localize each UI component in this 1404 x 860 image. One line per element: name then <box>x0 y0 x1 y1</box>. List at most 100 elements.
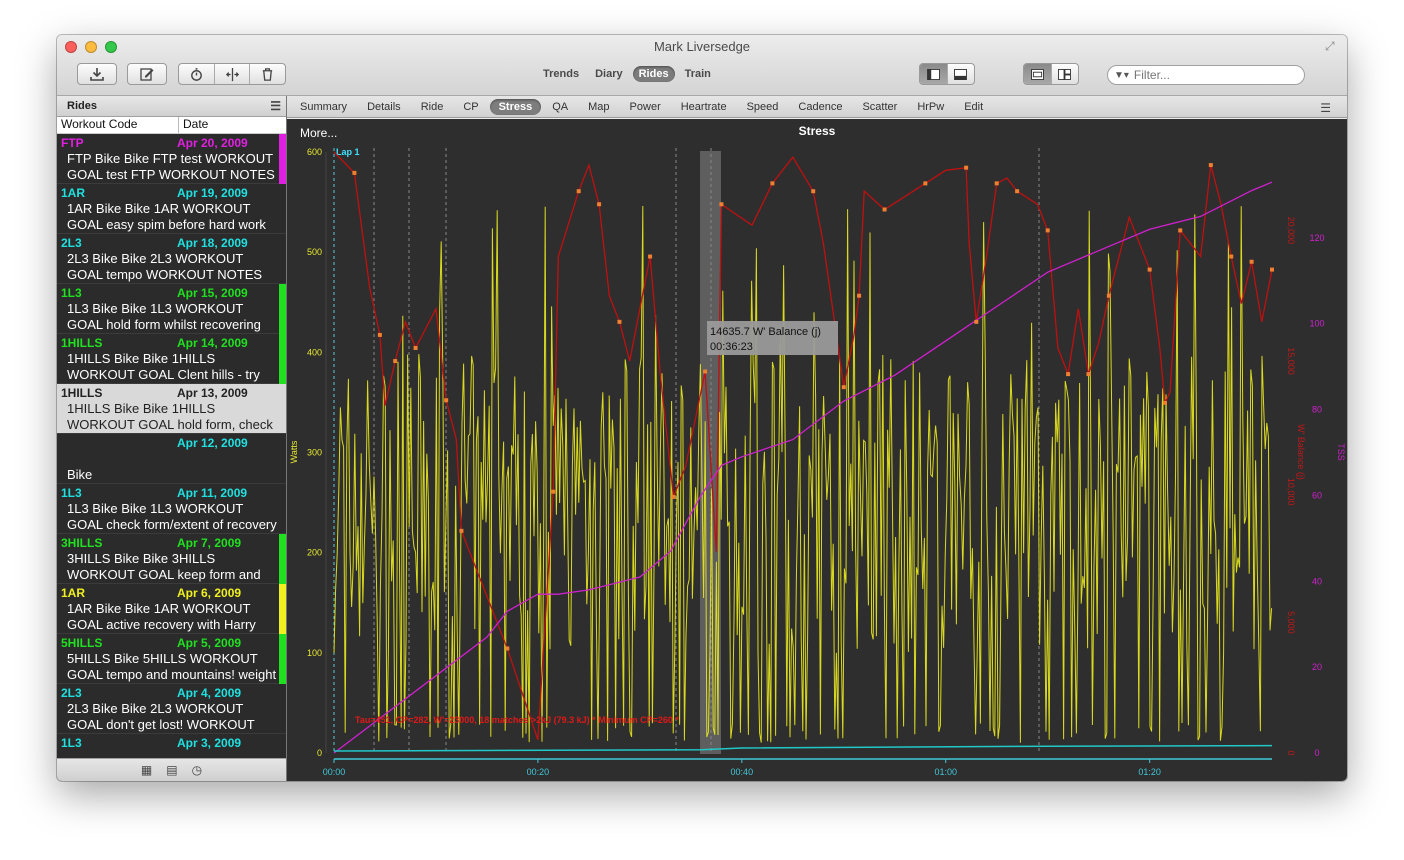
wbal-marker <box>1162 400 1167 405</box>
ride-date: Apr 3, 2009 <box>177 736 242 750</box>
view-trends[interactable]: Trends <box>537 66 585 82</box>
wbal-marker <box>974 319 979 324</box>
ride-date: Apr 18, 2009 <box>177 236 248 250</box>
tab-edit[interactable]: Edit <box>955 99 992 115</box>
wbal-marker <box>811 189 816 194</box>
ride-date: Apr 19, 2009 <box>177 186 248 200</box>
toggle-bottom-panel-button[interactable] <box>948 64 975 84</box>
download-button[interactable] <box>77 63 117 85</box>
calendar-icon[interactable]: ▦ <box>141 763 152 777</box>
wbal-marker <box>841 385 846 390</box>
wbal-marker <box>505 646 510 651</box>
tab-cp[interactable]: CP <box>454 99 487 115</box>
wbal-marker <box>964 165 969 170</box>
folder-icon[interactable]: ▤ <box>166 763 177 777</box>
delete-ride-button[interactable] <box>250 64 285 84</box>
ride-notes-line: 1HILLS Bike Bike 1HILLS <box>67 351 216 366</box>
tab-speed[interactable]: Speed <box>738 99 788 115</box>
tabs-menu-icon[interactable]: ☰ <box>1311 99 1340 117</box>
ride-list-item[interactable]: 1L3 Apr 3, 2009 <box>57 734 286 758</box>
ride-notes-line: WORKOUT GOAL Clent hills - try <box>67 367 260 382</box>
ride-list-item[interactable]: FTP Apr 20, 2009 FTP Bike Bike FTP test WO… <box>57 134 286 184</box>
ride-list-item[interactable]: 1HILLS Apr 13, 2009 1HILLS Bike Bike 1HILL… <box>57 384 286 434</box>
ride-notes-line: GOAL don't get lost! WORKOUT <box>67 717 255 732</box>
tss-axis-label: TSS <box>1336 443 1346 461</box>
wbal-marker <box>1066 372 1071 377</box>
tab-stress[interactable]: Stress <box>489 98 542 115</box>
tab-layout-button[interactable] <box>1024 64 1052 84</box>
wbal-tick-label: 20,000 <box>1286 217 1296 245</box>
ride-notes-line: 2L3 Bike Bike 2L3 WORKOUT <box>67 251 244 266</box>
filter-field[interactable]: ▼▾ <box>1107 65 1305 85</box>
ride-workout-code: 2L3 <box>61 686 82 700</box>
more-menu[interactable]: More... <box>300 126 337 140</box>
ride-list-item[interactable]: 1AR Apr 6, 2009 1AR Bike Bike 1AR WORKOUT G… <box>57 584 286 634</box>
chart-canvas[interactable]: StressLap 10100200300400500600Watts05,00… <box>287 119 1347 781</box>
tab-hrpw[interactable]: HrPw <box>908 99 953 115</box>
ride-list-item[interactable]: 2L3 Apr 4, 2009 2L3 Bike Bike 2L3 WORKOUT G… <box>57 684 286 734</box>
ride-date: Apr 7, 2009 <box>177 536 242 550</box>
toggle-sidebar-button[interactable] <box>920 64 948 84</box>
split-ride-button[interactable] <box>215 64 251 84</box>
wbal-marker <box>1015 189 1020 194</box>
ride-date: Apr 11, 2009 <box>177 486 248 500</box>
fullscreen-icon[interactable]: ⤢ <box>1325 39 1339 53</box>
wbal-marker <box>551 489 556 494</box>
ride-list-item[interactable]: 1AR Apr 19, 2009 1AR Bike Bike 1AR WORKOUT… <box>57 184 286 234</box>
ride-list-item[interactable]: 3HILLS Apr 7, 2009 3HILLS Bike Bike 3HILLS… <box>57 534 286 584</box>
tss-tick-label: 20 <box>1312 662 1322 672</box>
ride-notes-line: 1AR Bike Bike 1AR WORKOUT <box>67 201 251 216</box>
column-date[interactable]: Date <box>179 117 208 133</box>
tss-tick-label: 40 <box>1312 576 1322 586</box>
view-rides[interactable]: Rides <box>632 66 675 82</box>
view-train[interactable]: Train <box>679 66 717 82</box>
view-diary[interactable]: Diary <box>589 66 629 82</box>
wbal-tick-label: 10,000 <box>1286 478 1296 506</box>
tiles-icon <box>1058 68 1072 80</box>
ride-list-item[interactable]: 2L3 Apr 18, 2009 2L3 Bike Bike 2L3 WORKOUT… <box>57 234 286 284</box>
filter-input[interactable] <box>1131 67 1286 83</box>
ride-tools-segment <box>178 63 286 85</box>
watts-tick-label: 400 <box>307 347 322 357</box>
sidebar-title: Rides <box>67 100 97 112</box>
ride-color-marker <box>279 634 286 684</box>
watts-tick-label: 500 <box>307 247 322 257</box>
stopwatch-button[interactable] <box>179 64 215 84</box>
wbal-marker <box>994 181 999 186</box>
ride-list-item[interactable]: Apr 12, 2009 Bike <box>57 434 286 484</box>
tab-qa[interactable]: QA <box>543 99 577 115</box>
wbal-marker <box>882 207 887 212</box>
sidebar-menu-icon[interactable]: ☰ <box>270 99 281 113</box>
watts-tick-label: 100 <box>307 648 322 658</box>
ride-list-item[interactable]: 1L3 Apr 15, 2009 1L3 Bike Bike 1L3 WORKOUT… <box>57 284 286 334</box>
tile-layout-button[interactable] <box>1052 64 1079 84</box>
ride-workout-code: 1L3 <box>61 486 82 500</box>
ride-notes-line: GOAL easy spim before hard work <box>67 217 266 232</box>
single-pane-icon <box>1030 68 1044 80</box>
tab-ride[interactable]: Ride <box>412 99 453 115</box>
ride-notes-line: FTP Bike Bike FTP test WORKOUT <box>67 151 274 166</box>
ride-notes-line: 1L3 Bike Bike 1L3 WORKOUT <box>67 501 244 516</box>
tab-summary[interactable]: Summary <box>291 99 356 115</box>
tab-scatter[interactable]: Scatter <box>853 99 906 115</box>
tab-map[interactable]: Map <box>579 99 618 115</box>
ride-color-marker <box>279 134 286 184</box>
ride-notes-line: WORKOUT GOAL keep form and <box>67 567 261 582</box>
tab-heartrate[interactable]: Heartrate <box>672 99 736 115</box>
tab-power[interactable]: Power <box>621 99 670 115</box>
tab-cadence[interactable]: Cadence <box>789 99 851 115</box>
ride-list-item[interactable]: 1HILLS Apr 14, 2009 1HILLS Bike Bike 1HILL… <box>57 334 286 384</box>
ride-notes-line: GOAL tempo WORKOUT NOTES <box>67 267 263 282</box>
wbal-marker <box>1208 163 1213 168</box>
ride-list-item[interactable]: 5HILLS Apr 5, 2009 5HILLS Bike 5HILLS WORK… <box>57 634 286 684</box>
tab-details[interactable]: Details <box>358 99 410 115</box>
wbal-marker <box>719 202 724 207</box>
edit-ride-button[interactable] <box>127 63 167 85</box>
ride-notes-line: GOAL active recovery with Harry <box>67 617 256 632</box>
column-workout-code[interactable]: Workout Code <box>57 117 179 133</box>
ride-color-marker <box>279 334 286 384</box>
stopwatch-small-icon[interactable]: ◷ <box>192 763 202 777</box>
ride-date: Apr 12, 2009 <box>177 436 248 450</box>
ride-list-item[interactable]: 1L3 Apr 11, 2009 1L3 Bike Bike 1L3 WORKOUT… <box>57 484 286 534</box>
wbal-marker <box>597 202 602 207</box>
